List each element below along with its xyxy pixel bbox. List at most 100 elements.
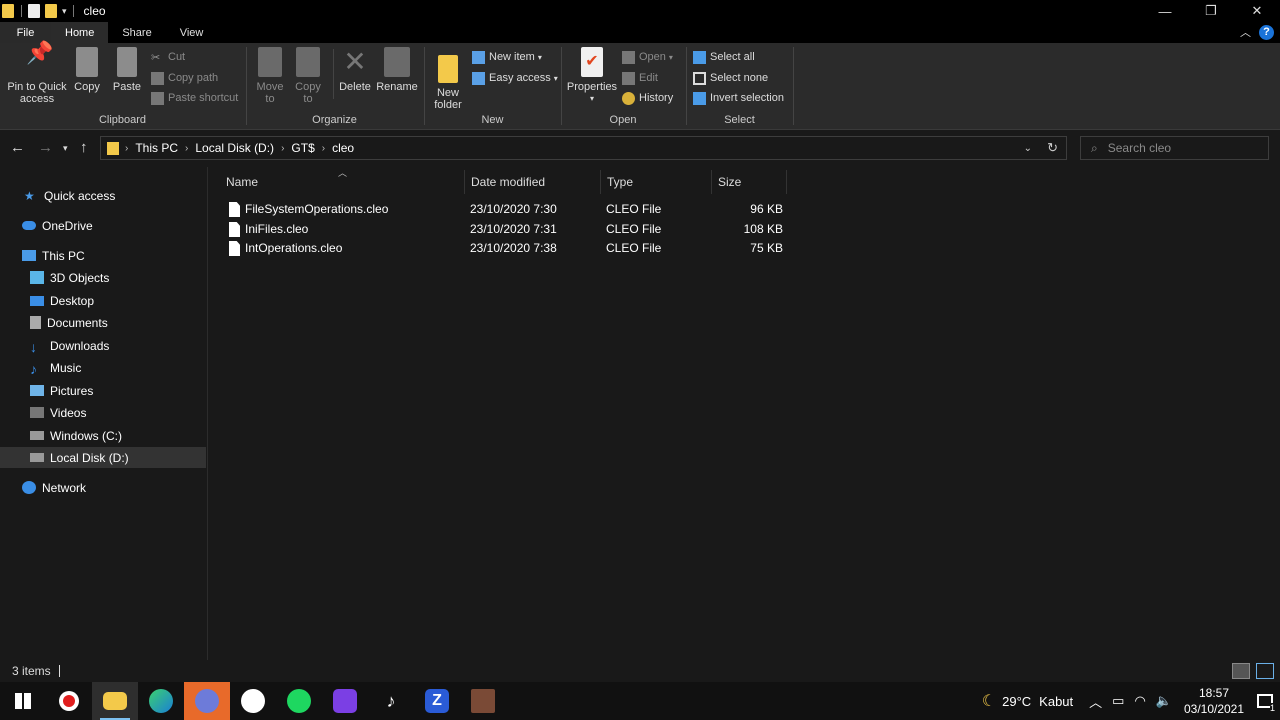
back-arrow-icon[interactable]: ←	[10, 139, 25, 156]
tab-view[interactable]: View	[166, 22, 218, 43]
properties-icon[interactable]	[28, 4, 40, 18]
taskbar-game[interactable]	[460, 682, 506, 720]
folder-icon	[107, 141, 119, 155]
taskbar-app-z[interactable]: Z	[414, 682, 460, 720]
edge-icon	[149, 689, 173, 713]
rename-button[interactable]: Rename	[375, 47, 419, 93]
up-arrow-icon[interactable]: ↑	[80, 139, 88, 156]
file-size: 108 KB	[743, 222, 783, 236]
new-folder-icon[interactable]	[45, 4, 57, 18]
nav-network[interactable]: Network	[0, 477, 206, 498]
close-button[interactable]: ✕	[1234, 0, 1280, 22]
move-to-button[interactable]: Move to	[255, 47, 285, 105]
nav-documents[interactable]: Documents	[0, 312, 206, 333]
wifi-icon[interactable]: ◠	[1134, 693, 1145, 709]
paste-shortcut-button[interactable]: Paste shortcut	[151, 89, 238, 107]
title-bar: ▾ cleo — ❐ ✕	[0, 0, 1280, 22]
refresh-icon[interactable]: ↻	[1047, 140, 1058, 156]
notification-center[interactable]: 1	[1250, 682, 1280, 720]
taskbar-spotify[interactable]	[276, 682, 322, 720]
nav-pictures[interactable]: Pictures	[0, 380, 206, 401]
taskbar: ♪ Z ☾ 29°C Kabut ︿ ▭ ◠ 🔈 18:57 03/10/202…	[0, 682, 1280, 720]
open-button[interactable]: Open ▾	[622, 48, 673, 66]
easy-access-button[interactable]: Easy access ▾	[472, 69, 558, 87]
column-header-name[interactable]: Name	[220, 170, 465, 194]
history-button[interactable]: History	[622, 89, 673, 107]
move-to-icon	[258, 47, 282, 77]
forward-arrow-icon[interactable]: →	[38, 139, 53, 156]
breadcrumb-this-pc[interactable]: This PC	[135, 141, 178, 155]
file-row[interactable]: FileSystemOperations.cleo 23/10/2020 7:3…	[226, 199, 796, 219]
restore-button[interactable]: ❐	[1188, 0, 1234, 22]
pin-quick-access-button[interactable]: 📌 Pin to Quick access	[4, 40, 70, 106]
paste-button[interactable]: Paste	[111, 47, 143, 93]
weather-temp[interactable]: 29°C	[1002, 694, 1031, 709]
meet-now-icon[interactable]: ▭	[1112, 693, 1124, 709]
copy-path-button[interactable]: Copy path	[151, 69, 218, 87]
details-view-icon[interactable]	[1232, 663, 1250, 679]
search-input[interactable]: ⌕ Search cleo	[1080, 136, 1269, 160]
column-header-size[interactable]: Size	[712, 170, 787, 194]
select-none-button[interactable]: Select none	[693, 69, 768, 87]
pin-icon: 📌	[26, 40, 54, 65]
column-header-type[interactable]: Type	[601, 170, 712, 194]
taskbar-file-explorer[interactable]	[92, 682, 138, 720]
large-icons-view-icon[interactable]	[1256, 663, 1274, 679]
new-item-button[interactable]: New item ▾	[472, 48, 542, 66]
nav-desktop[interactable]: Desktop	[0, 290, 206, 311]
tab-share[interactable]: Share	[108, 22, 165, 43]
breadcrumb-gt[interactable]: GT$	[291, 141, 314, 155]
nav-this-pc[interactable]: This PC	[0, 245, 206, 266]
computer-icon	[22, 250, 36, 261]
select-label: Select	[724, 114, 755, 126]
file-type: CLEO File	[606, 222, 662, 236]
cut-button[interactable]: ✂ Cut	[151, 48, 185, 66]
drive-icon	[30, 431, 44, 440]
breadcrumb-local-disk[interactable]: Local Disk (D:)	[195, 141, 274, 155]
recent-locations-icon[interactable]: ▾	[63, 143, 68, 154]
properties-button[interactable]: ✔ Properties ▾	[566, 47, 618, 105]
nav-local-disk-d[interactable]: Local Disk (D:)	[0, 447, 206, 468]
nav-videos[interactable]: Videos	[0, 402, 206, 423]
nav-3d-objects[interactable]: 3D Objects	[0, 267, 206, 288]
invert-selection-button[interactable]: Invert selection	[693, 89, 784, 107]
weather-icon[interactable]: ☾	[982, 691, 996, 711]
easy-access-icon	[472, 71, 485, 85]
file-icon	[229, 222, 240, 237]
copy-to-button[interactable]: Copy to	[293, 47, 323, 105]
nav-music[interactable]: ♪ Music	[0, 357, 206, 378]
volume-icon[interactable]: 🔈	[1156, 693, 1172, 709]
edit-button[interactable]: Edit	[622, 69, 658, 87]
nav-downloads[interactable]: ↓ Downloads	[0, 335, 206, 356]
taskbar-recorder[interactable]	[46, 682, 92, 720]
nav-onedrive[interactable]: OneDrive	[0, 215, 206, 236]
select-all-icon	[693, 50, 706, 64]
copy-button[interactable]: Copy	[72, 47, 102, 93]
taskbar-whatsapp[interactable]	[230, 682, 276, 720]
new-folder-button[interactable]: New folder	[431, 47, 465, 111]
cube-icon	[30, 271, 44, 284]
start-button[interactable]	[0, 682, 46, 720]
taskbar-tiktok[interactable]: ♪	[368, 682, 414, 720]
breadcrumb-cleo[interactable]: cleo	[332, 141, 354, 155]
file-row[interactable]: IniFiles.cleo 23/10/2020 7:31 CLEO File …	[226, 219, 796, 239]
show-hidden-icons-icon[interactable]: ︿	[1089, 692, 1102, 711]
customize-qat-icon[interactable]: ▾	[62, 6, 67, 17]
weather-desc[interactable]: Kabut	[1039, 694, 1073, 709]
address-dropdown-icon[interactable]: ⌄	[1024, 143, 1032, 154]
collapse-ribbon-icon[interactable]: ︿	[1240, 24, 1251, 40]
nav-quick-access[interactable]: ★ Quick access	[0, 185, 206, 206]
file-row[interactable]: IntOperations.cleo 23/10/2020 7:38 CLEO …	[226, 238, 796, 258]
taskbar-edge[interactable]	[138, 682, 184, 720]
taskbar-discord[interactable]	[184, 682, 230, 720]
help-icon[interactable]: ?	[1259, 24, 1274, 40]
minimize-button[interactable]: —	[1142, 0, 1188, 22]
column-header-date[interactable]: Date modified	[465, 170, 601, 194]
select-all-button[interactable]: Select all	[693, 48, 755, 66]
taskbar-app-purple[interactable]	[322, 682, 368, 720]
delete-button[interactable]: ✕ Delete	[337, 47, 373, 94]
nav-windows-c[interactable]: Windows (C:)	[0, 425, 206, 446]
tab-home[interactable]: Home	[51, 22, 109, 43]
clock[interactable]: 18:57 03/10/2021	[1178, 685, 1250, 717]
address-bar[interactable]: › This PC › Local Disk (D:) › GT$ › cleo…	[100, 136, 1067, 160]
